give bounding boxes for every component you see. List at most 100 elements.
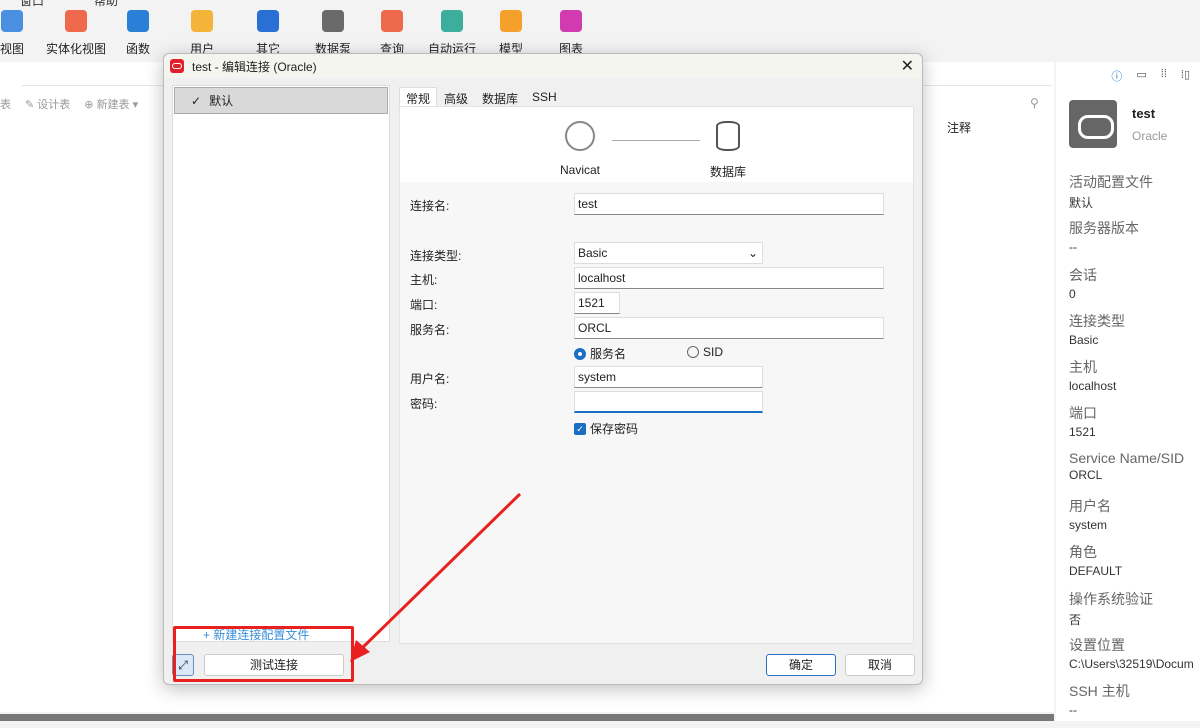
- user-label: 用户名:: [410, 372, 450, 386]
- search-icon[interactable]: ⚲: [1030, 96, 1039, 110]
- conn-name-label: 连接名:: [410, 199, 450, 213]
- info-field-label: Service Name/SID: [1069, 449, 1185, 466]
- highlight-box: [173, 626, 354, 682]
- host-input[interactable]: localhost: [574, 267, 884, 289]
- preview-icon[interactable]: ⁞▯: [1181, 68, 1190, 84]
- new-table-button[interactable]: ⊕ 新建表 ▾: [84, 96, 138, 112]
- radio-icon: [687, 346, 699, 358]
- radio-service-name[interactable]: 服务名: [574, 345, 626, 362]
- info-field-value: 否: [1069, 612, 1082, 627]
- radio-service-label: 服务名: [590, 347, 627, 361]
- toolbar-5-button[interactable]: 数据泵: [303, 10, 363, 57]
- toolbar-4-button[interactable]: 其它: [238, 10, 298, 57]
- toolbar-icon: [1, 10, 23, 32]
- toolbar-1-button[interactable]: 实体化视图: [46, 10, 106, 57]
- radio-sid-label: SID: [703, 345, 724, 359]
- service-input[interactable]: ORCL: [574, 317, 884, 339]
- toolbar-icon: [322, 10, 344, 32]
- toolbar-icon: [257, 10, 279, 32]
- port-input[interactable]: 1521: [574, 292, 620, 314]
- info-field-label: 主机: [1069, 359, 1097, 376]
- cancel-button[interactable]: 取消: [845, 654, 915, 676]
- port-label: 端口:: [410, 298, 438, 312]
- toolbar-label: 实体化视图: [46, 42, 107, 56]
- info-field-label: 用户名: [1069, 498, 1111, 515]
- password-input[interactable]: [574, 391, 763, 413]
- edit-connection-dialog: test - 编辑连接 (Oracle) ✕ ✓ 默认 + 新建连接配置文件 常规…: [163, 53, 923, 685]
- radio-icon: [574, 347, 586, 360]
- info-field-value: Basic: [1069, 332, 1099, 347]
- info-field-value: --: [1069, 703, 1077, 718]
- profile-list: ✓ 默认 + 新建连接配置文件: [172, 85, 390, 642]
- info-panel: ⓘ ▭ ⁞⁞ ⁞▯ test Oracle 活动配置文件 默认 服务器版本 -- 会话 0…: [1056, 62, 1200, 721]
- host-label: 主机:: [410, 273, 438, 287]
- database-label: 数据库: [710, 165, 747, 179]
- horizontal-scrollbar[interactable]: [0, 714, 1054, 721]
- toolbar-0-button[interactable]: 视图: [0, 10, 42, 57]
- info-field-value: C:\Users\32519\Docum: [1069, 656, 1194, 671]
- object-toolbar: 表 ✎ 设计表 ⊕ 新建表 ▾: [0, 96, 138, 112]
- profile-label: 默认: [209, 94, 234, 108]
- er-diagram-icon[interactable]: ⁞⁞: [1161, 68, 1167, 84]
- info-field-label: 操作系统验证: [1069, 590, 1153, 607]
- info-field-label: 活动配置文件: [1069, 174, 1153, 190]
- toolbar-icon: [560, 10, 582, 32]
- toolbar-8-button[interactable]: 模型: [481, 10, 541, 57]
- toolbar-icon: [441, 10, 463, 32]
- radio-sid[interactable]: SID: [687, 345, 723, 359]
- profile-item-default[interactable]: ✓ 默认: [174, 87, 388, 114]
- toolbar-label: 视图: [0, 42, 24, 56]
- toolbar-2-button[interactable]: 函数: [108, 10, 168, 57]
- check-icon: ✓: [191, 93, 202, 108]
- toolbar-icon: [127, 10, 149, 32]
- info-field-value: 0: [1069, 286, 1076, 301]
- info-field-label: 服务器版本: [1069, 220, 1139, 237]
- connection-line: [612, 140, 700, 141]
- info-field-label: 角色: [1069, 544, 1097, 561]
- toolbar-6-button[interactable]: 查询: [362, 10, 422, 57]
- toolbar-3-button[interactable]: 用户: [172, 10, 232, 57]
- password-label: 密码:: [410, 397, 438, 411]
- menu-bar: 窗口 帮助: [20, 0, 118, 9]
- info-field-label: SSH 主机: [1069, 683, 1130, 700]
- menu-window[interactable]: 窗口: [20, 0, 44, 9]
- toolbar-7-button[interactable]: 自动运行: [422, 10, 482, 57]
- info-field-label: 设置位置: [1069, 636, 1125, 653]
- info-field: 设置位置 C:\Users\32519\Docum: [1069, 635, 1200, 681]
- chevron-down-icon: ⌄: [747, 246, 758, 260]
- conn-name-input[interactable]: test: [574, 193, 884, 215]
- info-field: 服务器版本 --: [1069, 218, 1200, 264]
- ddl-icon[interactable]: ▭: [1136, 68, 1146, 84]
- toolbar-icon: [500, 10, 522, 32]
- conn-type-value: Basic: [578, 246, 608, 260]
- close-icon[interactable]: ✕: [901, 56, 914, 76]
- connection-type: Oracle: [1132, 129, 1168, 143]
- info-field: 操作系统验证否: [1069, 589, 1200, 635]
- info-field-value: system: [1069, 518, 1108, 533]
- info-icon[interactable]: ⓘ: [1111, 68, 1122, 84]
- conn-type-label: 连接类型:: [410, 249, 462, 263]
- info-field: 角色 DEFAULT: [1069, 542, 1200, 588]
- menu-help[interactable]: 帮助: [94, 0, 118, 9]
- info-field-value: DEFAULT: [1069, 564, 1123, 579]
- info-field: 会话 0: [1069, 265, 1200, 311]
- info-field-label: 端口: [1069, 405, 1097, 422]
- design-table-button[interactable]: ✎ 设计表: [25, 96, 70, 112]
- oracle-logo-icon: [1069, 100, 1117, 148]
- conn-type-select[interactable]: Basic ⌄: [574, 242, 763, 264]
- toolbar-9-button[interactable]: 图表: [541, 10, 601, 57]
- database-icon: [716, 121, 740, 151]
- toolbar-icon: [65, 10, 87, 32]
- info-field: 连接类型 Basic: [1069, 311, 1200, 357]
- info-field: Service Name/SID ORCL: [1069, 450, 1200, 496]
- info-field-value: ORCL: [1069, 467, 1103, 482]
- navicat-label: Navicat: [560, 163, 601, 177]
- general-panel: Navicat 数据库 连接名: test 连接类型: Basic ⌄ 主机: l…: [399, 106, 914, 644]
- user-input[interactable]: system: [574, 366, 763, 388]
- table-button[interactable]: 表: [0, 96, 11, 112]
- toolbar-icon: [191, 10, 213, 32]
- ok-button[interactable]: 确定: [766, 654, 836, 676]
- dialog-title: test - 编辑连接 (Oracle): [192, 59, 317, 74]
- save-password-checkbox[interactable]: ✓ 保存密码: [574, 420, 638, 437]
- oracle-icon: [170, 59, 184, 73]
